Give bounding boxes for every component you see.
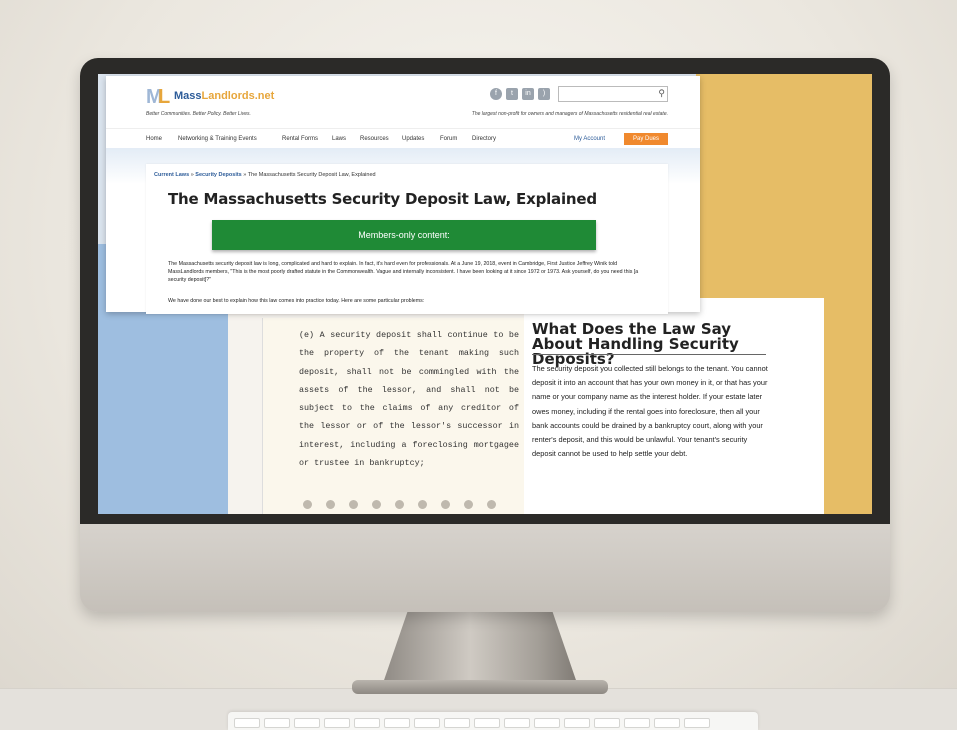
nav-laws[interactable]: Laws bbox=[332, 136, 346, 142]
dot bbox=[487, 500, 496, 509]
explanation-body: The security deposit you collected still… bbox=[532, 364, 768, 459]
breadcrumb-separator: » bbox=[243, 172, 247, 178]
breadcrumb-current: The Massachusetts Security Deposit Law, … bbox=[247, 172, 376, 178]
key bbox=[564, 718, 590, 728]
nav-directory[interactable]: Directory bbox=[472, 136, 496, 142]
key bbox=[324, 718, 350, 728]
keyboard-keys bbox=[234, 718, 710, 728]
keyboard bbox=[228, 712, 758, 730]
monitor-stand bbox=[382, 606, 578, 686]
key bbox=[234, 718, 260, 728]
site-tagline: Better Communities. Better Policy. Bette… bbox=[146, 111, 251, 117]
members-only-banner[interactable]: Members-only content: bbox=[212, 220, 596, 250]
breadcrumb: Current Laws » Security Deposits » The M… bbox=[154, 172, 376, 178]
key bbox=[444, 718, 470, 728]
nav-networking[interactable]: Networking & Training Events bbox=[178, 136, 257, 142]
key bbox=[624, 718, 650, 728]
key bbox=[414, 718, 440, 728]
social-links: f t in ) bbox=[490, 88, 550, 100]
twitter-icon[interactable]: t bbox=[506, 88, 518, 100]
dot bbox=[464, 500, 473, 509]
key bbox=[684, 718, 710, 728]
facebook-icon[interactable]: f bbox=[490, 88, 502, 100]
dot bbox=[418, 500, 427, 509]
breadcrumb-current-laws[interactable]: Current Laws bbox=[154, 172, 189, 178]
key bbox=[654, 718, 680, 728]
logo-text-landlords: Landlords.net bbox=[201, 90, 275, 102]
dot bbox=[303, 500, 312, 509]
monitor-screen: (e) A security deposit shall continue to… bbox=[98, 74, 872, 514]
nav-updates[interactable]: Updates bbox=[402, 136, 424, 142]
monitor-chin bbox=[80, 522, 890, 612]
key bbox=[354, 718, 380, 728]
rss-icon[interactable]: ) bbox=[538, 88, 550, 100]
dot bbox=[395, 500, 404, 509]
nav-rental-forms[interactable]: Rental Forms bbox=[282, 136, 318, 142]
nav-home[interactable]: Home bbox=[146, 136, 162, 142]
explanation-panel: What Does the Law Say About Handling Sec… bbox=[524, 298, 824, 514]
logo-text: MassLandlords.net bbox=[174, 90, 274, 102]
site-logo[interactable]: ML MassLandlords.net bbox=[146, 84, 274, 108]
key bbox=[474, 718, 500, 728]
linkedin-icon[interactable]: in bbox=[522, 88, 534, 100]
article-intro-2: We have done our best to explain how thi… bbox=[168, 298, 425, 304]
dot bbox=[372, 500, 381, 509]
monitor-stand-base bbox=[352, 680, 608, 694]
search-icon[interactable]: ⚲ bbox=[658, 88, 665, 99]
nav-forum[interactable]: Forum bbox=[440, 136, 457, 142]
main-navigation: Home Networking & Training Events Rental… bbox=[106, 128, 700, 148]
statute-text: (e) A security deposit shall continue to… bbox=[299, 330, 519, 469]
nav-my-account[interactable]: My Account bbox=[574, 136, 605, 142]
statute-excerpt-panel: (e) A security deposit shall continue to… bbox=[262, 318, 524, 514]
article-intro: The Massachusetts security deposit law i… bbox=[168, 261, 639, 283]
article-card: Current Laws » Security Deposits » The M… bbox=[146, 164, 668, 314]
dot bbox=[349, 500, 358, 509]
key bbox=[294, 718, 320, 728]
logo-text-mass: Mass bbox=[174, 90, 202, 102]
explanation-title: What Does the Law Say About Handling Sec… bbox=[532, 320, 739, 368]
site-slogan: The largest non-profit for owners and ma… bbox=[471, 111, 668, 117]
search-input[interactable]: ⚲ bbox=[558, 86, 668, 102]
key bbox=[504, 718, 530, 728]
page-title: The Massachusetts Security Deposit Law, … bbox=[168, 190, 597, 208]
site-header: ML MassLandlords.net Better Communities.… bbox=[106, 76, 700, 128]
breadcrumb-security-deposits[interactable]: Security Deposits bbox=[195, 172, 241, 178]
typewriter-dots bbox=[303, 500, 496, 509]
divider bbox=[532, 354, 766, 355]
dot bbox=[326, 500, 335, 509]
key bbox=[594, 718, 620, 728]
key bbox=[384, 718, 410, 728]
breadcrumb-separator: » bbox=[190, 172, 194, 178]
logo-mark-icon: ML bbox=[146, 86, 171, 108]
pay-dues-button[interactable]: Pay Dues bbox=[624, 133, 668, 145]
key bbox=[534, 718, 560, 728]
key bbox=[264, 718, 290, 728]
nav-resources[interactable]: Resources bbox=[360, 136, 389, 142]
dot bbox=[441, 500, 450, 509]
